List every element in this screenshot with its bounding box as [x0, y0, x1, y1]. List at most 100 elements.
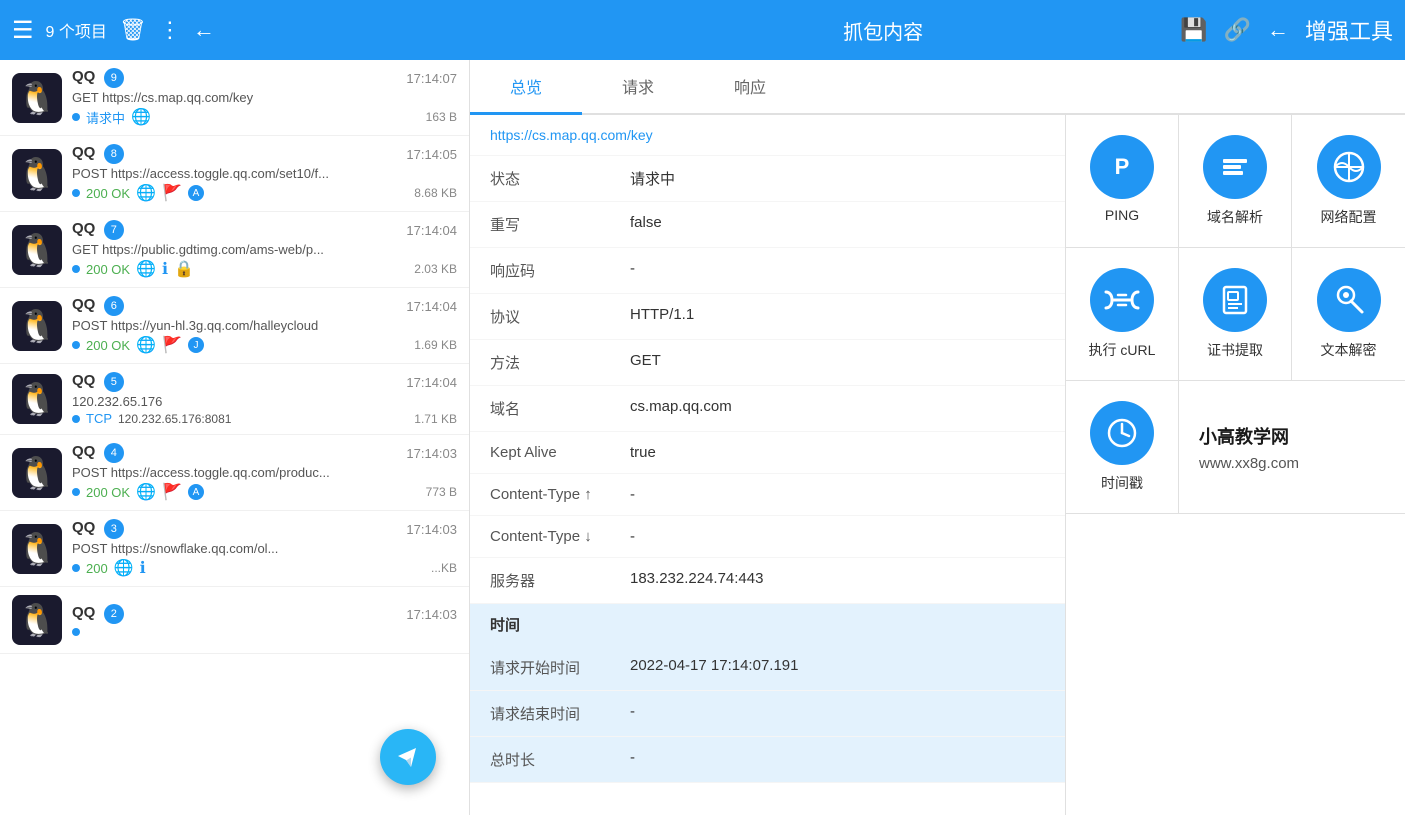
cert-icon — [1203, 268, 1267, 332]
globe-icon: 🌐 — [136, 183, 156, 203]
time-total-row: 总时长 - — [470, 737, 1065, 783]
badge: 6 — [104, 296, 124, 316]
detail-row: 方法 GET — [470, 340, 1065, 386]
size-text: ...KB — [431, 561, 457, 575]
app-name: QQ — [72, 68, 95, 85]
list-item[interactable]: 🐧 QQ 3 17:14:03 POST https://snowflake.q… — [0, 511, 469, 587]
size-text: 2.03 KB — [414, 262, 457, 276]
right-panel: 总览 请求 响应 https://cs.map.qq.com/key 状态 请求… — [470, 60, 1405, 815]
app-name: QQ — [72, 220, 95, 237]
info-icon: ℹ — [140, 558, 146, 578]
back-icon[interactable]: ← — [193, 17, 215, 43]
tool-dns[interactable]: 域名解析 — [1179, 115, 1292, 248]
topbar: ☰ 9 个项目 🗑 ⋮ ← 抓包内容 💾 🔗 ← 增强工具 — [0, 0, 1405, 60]
value-content-type-up: - — [630, 486, 635, 503]
tab-overview[interactable]: 总览 — [470, 60, 582, 115]
url-line: GET https://public.gdtimg.com/ams-web/p.… — [72, 242, 457, 257]
j-icon: J — [188, 337, 204, 353]
tab-response[interactable]: 响应 — [694, 60, 806, 115]
label-domain: 域名 — [490, 398, 630, 419]
status-text: 200 — [86, 561, 108, 576]
tool-cert[interactable]: 证书提取 — [1179, 248, 1292, 381]
enhance-tools-label[interactable]: 增强工具 — [1305, 14, 1393, 46]
size-text: 163 B — [426, 110, 457, 124]
status-dot — [72, 341, 80, 349]
delete-icon[interactable]: 🗑 — [119, 17, 147, 43]
timestamp: 17:14:03 — [406, 607, 457, 622]
list-item[interactable]: 🐧 QQ 9 17:14:07 GET https://cs.map.qq.co… — [0, 60, 469, 136]
globe-icon: 🌐 — [136, 259, 156, 279]
flag-icon: 🚩 — [162, 183, 182, 203]
tool-timestamp[interactable]: 时间戳 — [1066, 381, 1179, 514]
menu-icon[interactable]: ☰ — [12, 16, 34, 45]
timestamp: 17:14:05 — [406, 147, 457, 162]
timestamp: 17:14:04 — [406, 299, 457, 314]
more-icon[interactable]: ⋮ — [159, 17, 181, 43]
tab-request[interactable]: 请求 — [582, 60, 694, 115]
label-server: 服务器 — [490, 570, 630, 591]
curl-label: 执行 cURL — [1089, 340, 1156, 360]
app-name: QQ — [72, 296, 95, 313]
status-dot — [72, 113, 80, 121]
label-rewrite: 重写 — [490, 214, 630, 235]
value-content-type-down: - — [630, 528, 635, 545]
badge: 9 — [104, 68, 124, 88]
list-item[interactable]: 🐧 QQ 7 17:14:04 GET https://public.gdtim… — [0, 212, 469, 288]
list-item[interactable]: 🐧 QQ 8 17:14:05 POST https://access.togg… — [0, 136, 469, 212]
network-config-label: 网络配置 — [1321, 207, 1377, 227]
page-title: 抓包内容 — [596, 16, 1170, 45]
tool-ping[interactable]: P PING — [1066, 115, 1179, 248]
avatar: 🐧 — [12, 301, 62, 351]
detail-row: 协议 HTTP/1.1 — [470, 294, 1065, 340]
status-dot — [72, 488, 80, 496]
label-content-type-up: Content-Type ↑ — [490, 486, 630, 503]
list-item[interactable]: 🐧 QQ 5 17:14:04 120.232.65.176 TCP 120.2… — [0, 364, 469, 435]
packet-info: QQ 8 17:14:05 POST https://access.toggle… — [72, 144, 457, 203]
time-start-row: 请求开始时间 2022-04-17 17:14:07.191 — [470, 645, 1065, 691]
packet-info: QQ 2 17:14:03 — [72, 604, 457, 636]
status-text: 200 OK — [86, 338, 130, 353]
tool-decrypt[interactable]: 文本解密 — [1292, 248, 1405, 381]
save-icon[interactable]: 💾 — [1180, 17, 1207, 43]
badge: 3 — [104, 519, 124, 539]
timestamp-icon — [1090, 401, 1154, 465]
url-line: POST https://access.toggle.qq.com/produc… — [72, 465, 457, 480]
packet-info: QQ 7 17:14:04 GET https://public.gdtimg.… — [72, 220, 457, 279]
avatar: 🐧 — [12, 595, 62, 645]
lock-icon: 🔒 — [174, 259, 194, 279]
status-dot — [72, 628, 80, 636]
decrypt-icon — [1317, 268, 1381, 332]
back2-icon[interactable]: ← — [1267, 17, 1289, 43]
tool-curl[interactable]: 执行 cURL — [1066, 248, 1179, 381]
list-item[interactable]: 🐧 QQ 4 17:14:03 POST https://access.togg… — [0, 435, 469, 511]
timestamp: 17:14:07 — [406, 71, 457, 86]
avatar: 🐧 — [12, 149, 62, 199]
share-icon[interactable]: 🔗 — [1224, 17, 1251, 43]
timestamp-label: 时间戳 — [1101, 473, 1143, 493]
packet-info: QQ 4 17:14:03 POST https://access.toggle… — [72, 443, 457, 502]
avatar: 🐧 — [12, 225, 62, 275]
size-text: 773 B — [426, 485, 457, 499]
value-method: GET — [630, 352, 661, 369]
tool-network-config[interactable]: 网络配置 — [1292, 115, 1405, 248]
avatar: 🐧 — [12, 448, 62, 498]
list-item[interactable]: 🐧 QQ 6 17:14:04 POST https://yun-hl.3g.q… — [0, 288, 469, 364]
detail-row: 域名 cs.map.qq.com — [470, 386, 1065, 432]
packet-info: QQ 5 17:14:04 120.232.65.176 TCP 120.232… — [72, 372, 457, 426]
badge: 5 — [104, 372, 124, 392]
list-item[interactable]: 🐧 QQ 2 17:14:03 — [0, 587, 469, 654]
info-icon: ℹ — [162, 259, 168, 279]
detail-row: 重写 false — [470, 202, 1065, 248]
status-dot — [72, 189, 80, 197]
network-config-icon — [1317, 135, 1381, 199]
app-name: QQ — [72, 372, 95, 389]
value-rewrite: false — [630, 214, 662, 231]
label-response-code: 响应码 — [490, 260, 630, 281]
detail-row: Kept Alive true — [470, 432, 1065, 474]
ping-icon: P — [1090, 135, 1154, 199]
value-server: 183.232.224.74:443 — [630, 570, 763, 587]
timestamp: 17:14:04 — [406, 223, 457, 238]
dns-label: 域名解析 — [1207, 207, 1263, 227]
promo-area: 小高教学网 www.xx8g.com — [1179, 381, 1405, 514]
telegram-fab[interactable] — [380, 729, 436, 785]
